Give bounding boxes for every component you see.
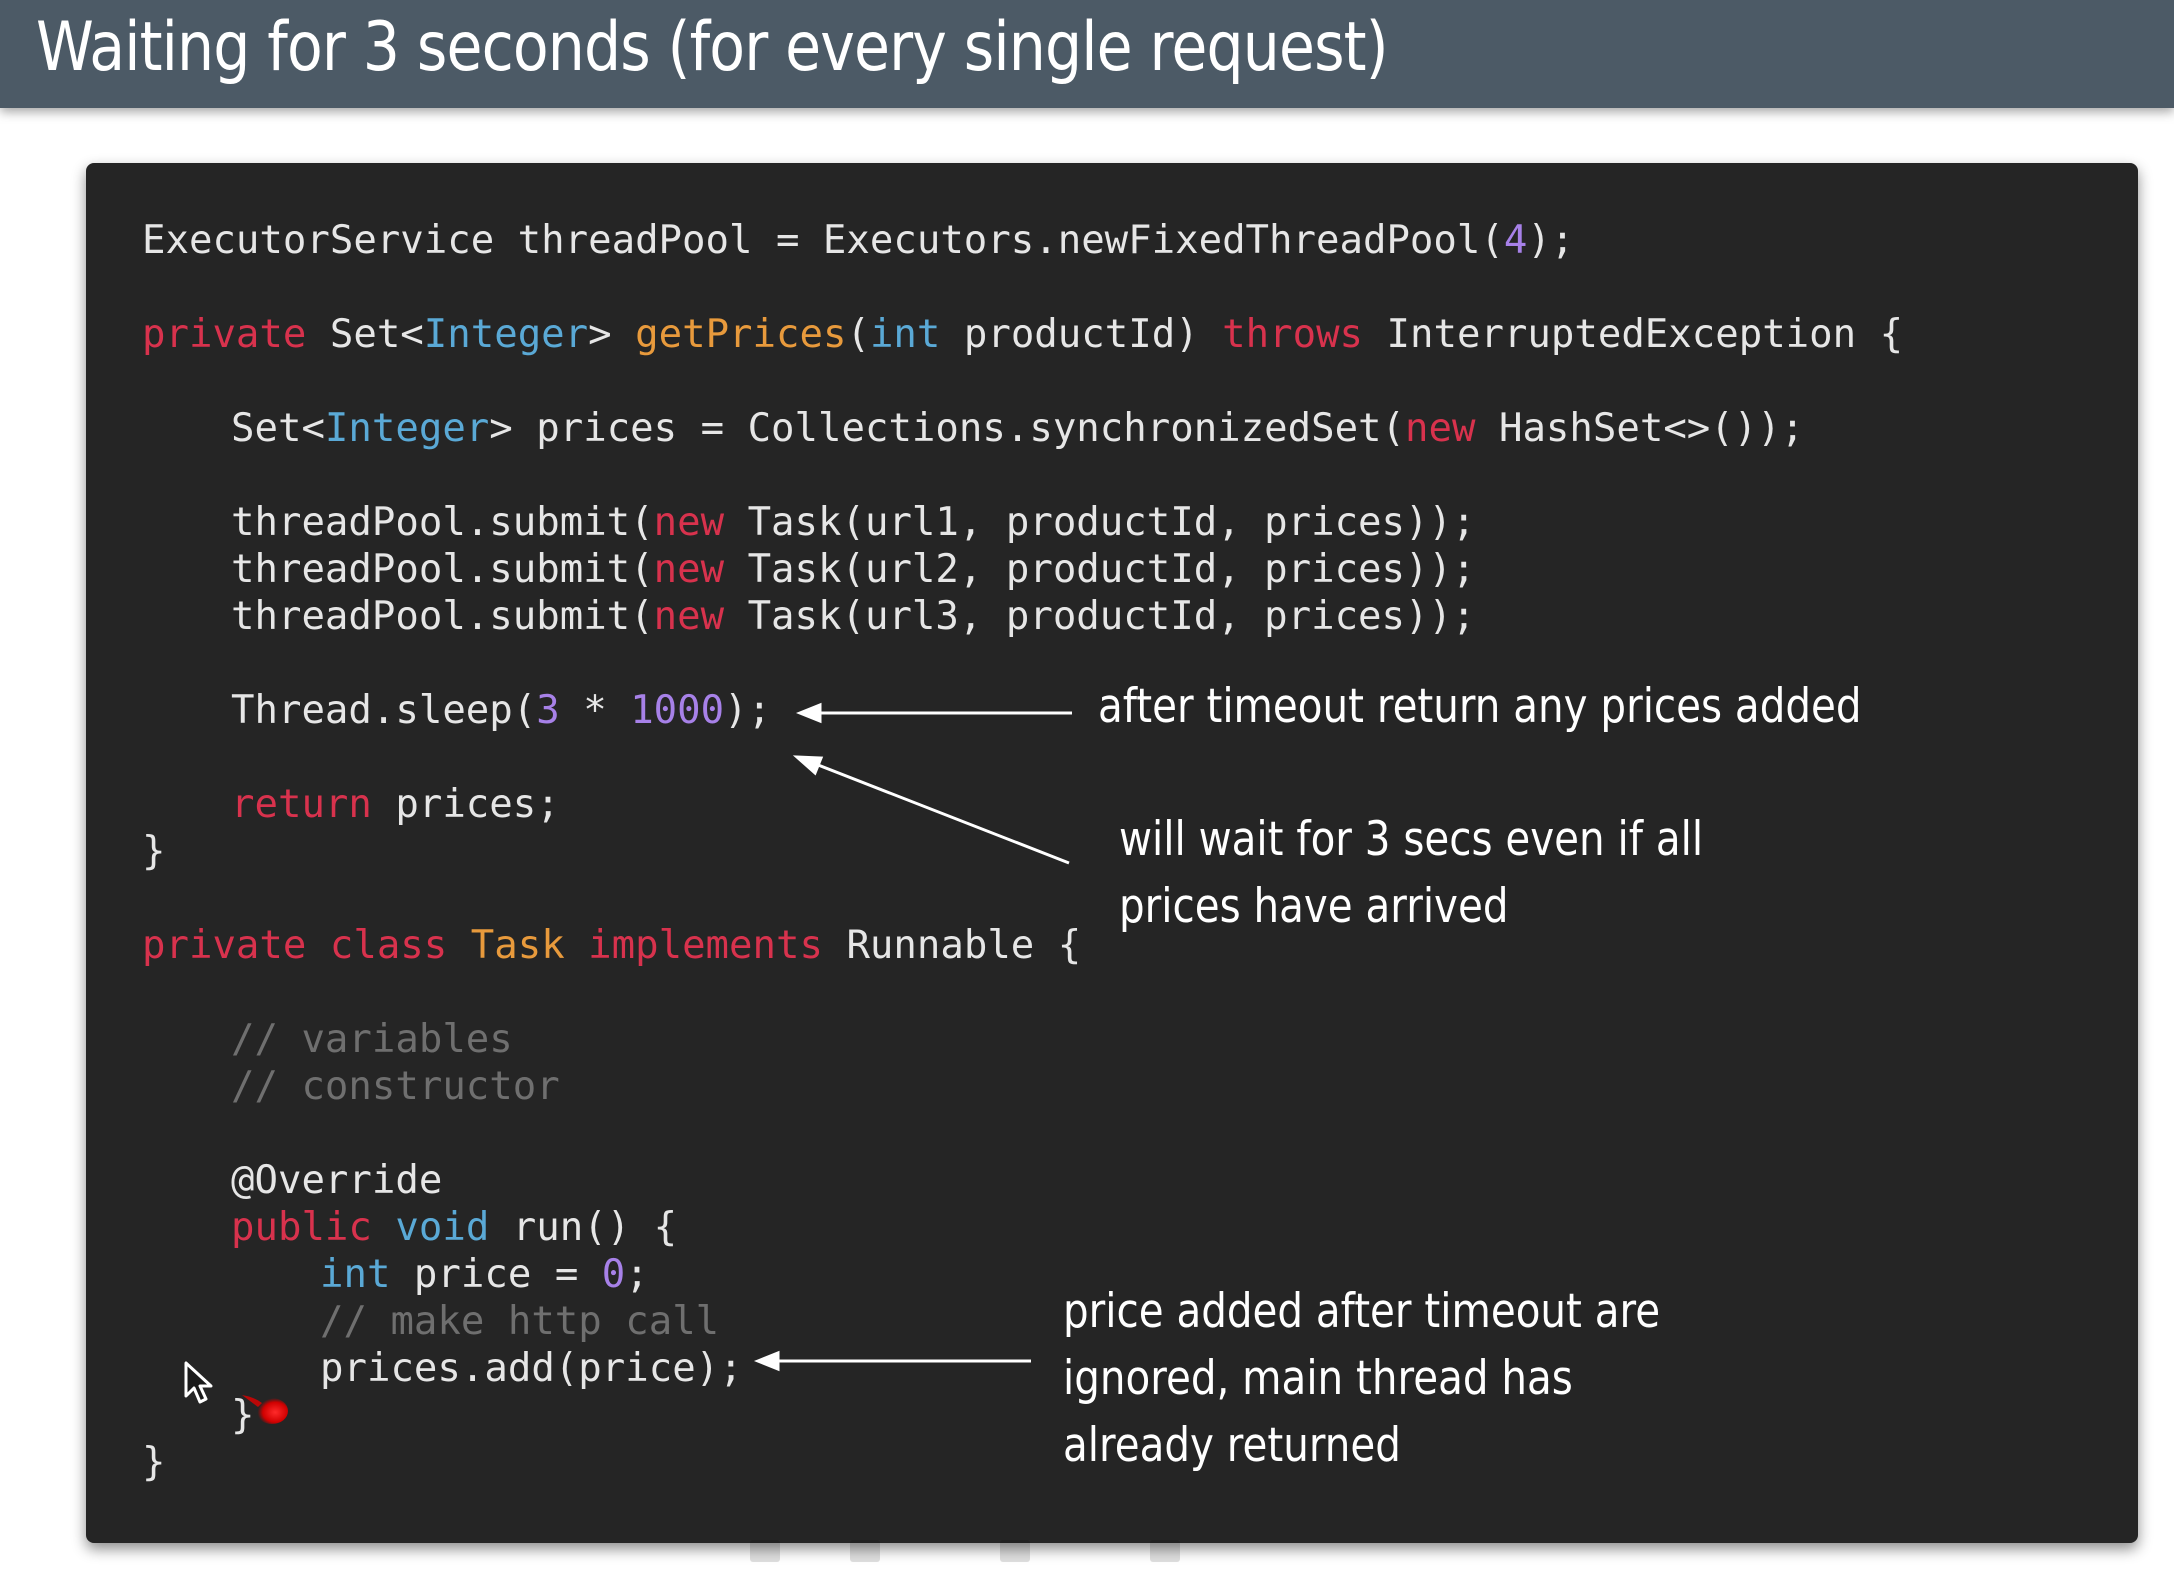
code-line-price: int price = 0;	[320, 1253, 649, 1297]
toolbar-icon	[1000, 1540, 1030, 1562]
code-line-run: public void run() {	[231, 1206, 677, 1250]
code-class-name: Task	[470, 923, 565, 968]
code-number: 0	[601, 1252, 626, 1297]
code-text: Task(url3, productId, prices));	[724, 594, 1476, 639]
annotation-ignored-line-1: price added after timeout are	[1063, 1284, 1661, 1339]
arrow-timeout-head	[795, 702, 822, 724]
code-line-getprices: private Set<Integer> getPrices(int produ…	[142, 313, 1903, 357]
code-text: Runnable {	[822, 923, 1082, 968]
code-keyword: implements	[588, 923, 823, 968]
code-text: threadPool.submit(	[231, 594, 654, 639]
code-comment-http: // make http call	[320, 1299, 720, 1344]
code-line-executor: ExecutorService threadPool = Executors.n…	[142, 219, 1574, 263]
code-text: );	[1527, 218, 1575, 263]
annotation-timeout: after timeout return any prices added	[1098, 679, 1862, 734]
toolbar-icon	[1150, 1540, 1180, 1562]
code-keyword: class	[329, 923, 448, 968]
code-panel: ExecutorService threadPool = Executors.n…	[86, 163, 2138, 1543]
code-number: 3	[536, 688, 560, 733]
code-text: Set<	[231, 406, 325, 451]
code-keyword: private	[142, 312, 307, 357]
code-line-submit-2: threadPool.submit(new Task(url2, product…	[231, 548, 1475, 592]
code-text: *	[559, 688, 631, 733]
code-text: run() {	[489, 1205, 678, 1250]
code-keyword: private	[142, 923, 307, 968]
code-text: threadPool.submit(	[231, 547, 654, 592]
code-line-class-task: private class Task implements Runnable {	[142, 924, 1081, 968]
code-type: int	[869, 312, 941, 357]
code-line-add: prices.add(price);	[320, 1346, 743, 1391]
code-text: >	[588, 312, 636, 357]
laser-pointer-icon	[242, 1395, 288, 1424]
arrow-ignored-head	[753, 1350, 780, 1372]
code-text: Task(url2, productId, prices));	[724, 547, 1476, 592]
faint-toolbar	[750, 1540, 1180, 1562]
code-text: threadPool.submit(	[231, 500, 654, 545]
arrow-wait	[812, 761, 1070, 865]
code-keyword: return	[231, 782, 372, 827]
annotation-wait-line-2: prices have arrived	[1119, 879, 1509, 934]
annotation-wait-line-1: will wait for 3 secs even if all	[1119, 812, 1704, 867]
code-line-submit-3: threadPool.submit(new Task(url3, product…	[231, 595, 1475, 639]
code-number: 4	[1503, 218, 1528, 263]
code-comment-constructor: // constructor	[231, 1064, 560, 1109]
code-type: Integer	[423, 312, 589, 357]
code-line-submit-1: threadPool.submit(new Task(url1, product…	[231, 501, 1475, 545]
code-keyword: new	[653, 547, 725, 592]
code-text: ExecutorService threadPool = Executors.n…	[142, 218, 1504, 263]
slide-title: Waiting for 3 seconds (for every single …	[36, 8, 1389, 87]
code-keyword: new	[1405, 406, 1476, 451]
code-text: );	[724, 688, 772, 733]
code-text: InterruptedException {	[1363, 312, 1904, 357]
annotation-ignored-line-3: already returned	[1063, 1418, 1401, 1473]
toolbar-icon	[850, 1540, 880, 1562]
code-line-close-brace: }	[142, 829, 166, 874]
code-text: (	[846, 312, 870, 357]
toolbar-icon	[750, 1540, 780, 1562]
code-text: HashSet<>());	[1475, 406, 1805, 451]
code-keyword: new	[653, 500, 725, 545]
code-keyword: new	[653, 594, 725, 639]
code-line-prices-set: Set<Integer> prices = Collections.synchr…	[231, 407, 1804, 451]
code-annotation-override: @Override	[231, 1158, 443, 1203]
code-method-name: getPrices	[635, 312, 847, 357]
code-line-outer-close: }	[142, 1440, 166, 1485]
code-comment-variables: // variables	[231, 1017, 513, 1062]
code-keyword: throws	[1222, 312, 1364, 357]
code-number: 1000	[630, 688, 725, 733]
code-keyword: public	[231, 1205, 372, 1250]
code-text: > prices = Collections.synchronizedSet(	[489, 406, 1406, 451]
code-text: price =	[390, 1252, 602, 1297]
mouse-pointer-icon	[184, 1361, 213, 1404]
code-type: void	[395, 1205, 490, 1250]
code-type: int	[320, 1252, 391, 1297]
code-text: Set<	[306, 312, 424, 357]
code-text: Thread.sleep(	[231, 688, 537, 733]
arrow-wait-head	[792, 755, 824, 776]
code-line-return: return prices;	[231, 783, 560, 827]
code-text: ;	[625, 1252, 649, 1297]
title-bar: Waiting for 3 seconds (for every single …	[0, 0, 2174, 108]
code-line-sleep: Thread.sleep(3 * 1000);	[231, 689, 771, 733]
code-text: Task(url1, productId, prices));	[724, 500, 1476, 545]
code-text: productId)	[940, 312, 1223, 357]
annotation-ignored-line-2: ignored, main thread has	[1063, 1351, 1573, 1406]
code-text: prices;	[371, 782, 560, 827]
code-type: Integer	[324, 406, 490, 451]
